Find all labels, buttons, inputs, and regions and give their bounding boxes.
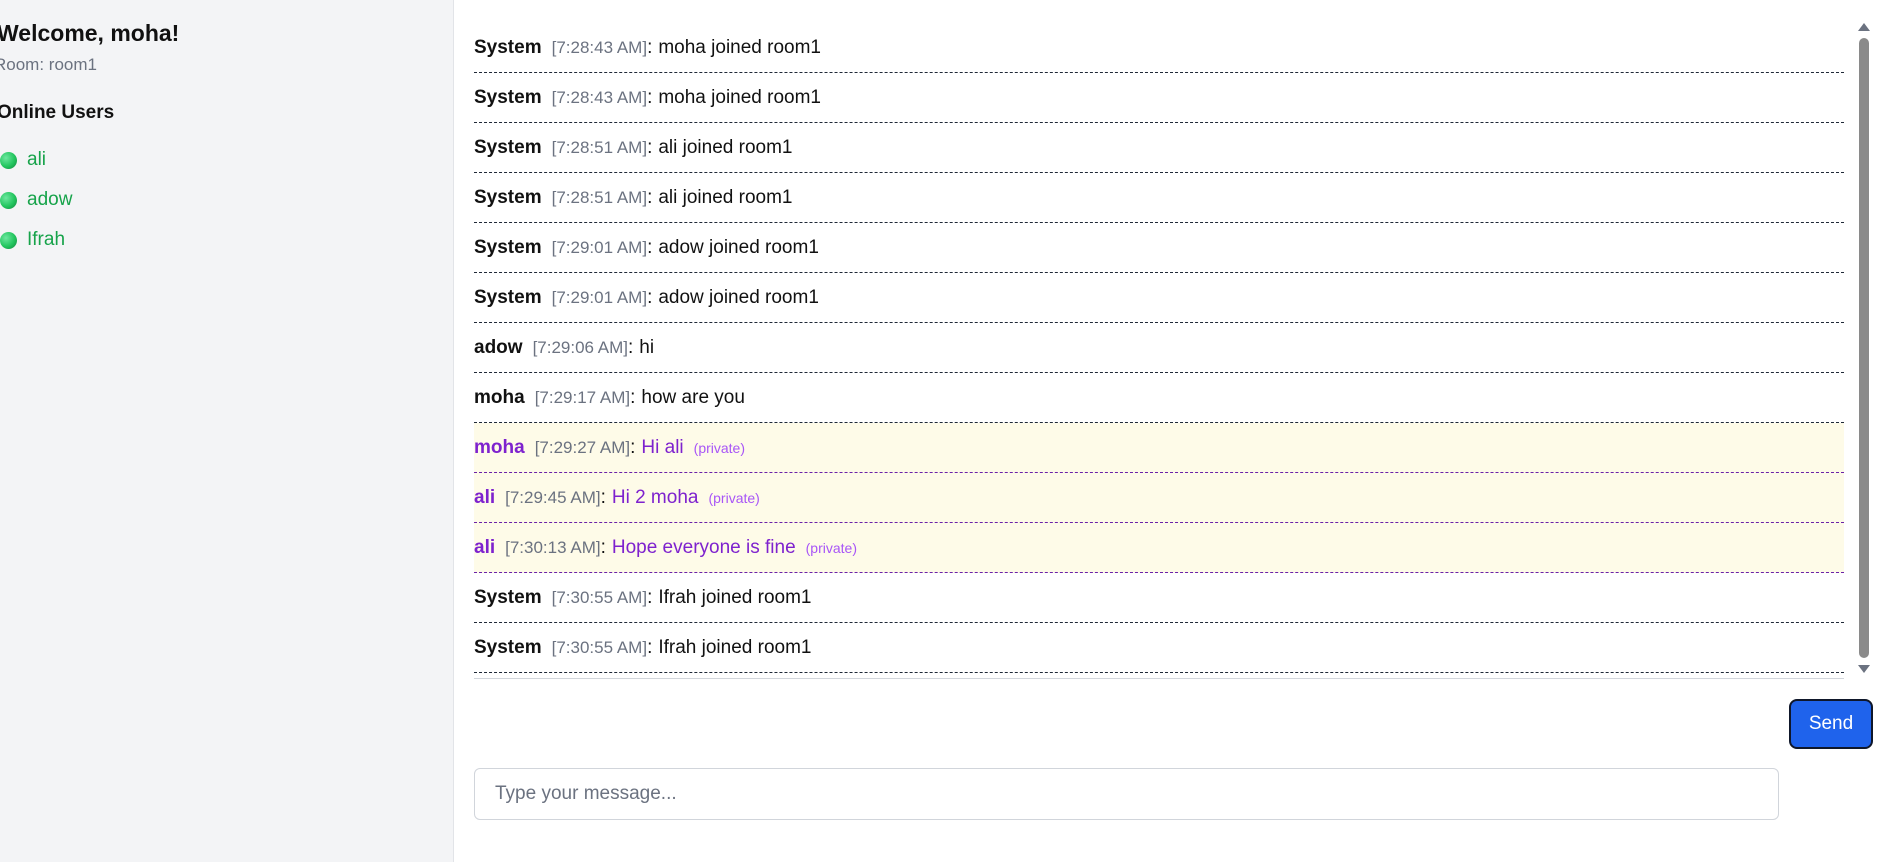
message-sender: System — [474, 186, 542, 208]
user-item-ifrah[interactable]: Ifrah — [0, 220, 72, 260]
online-dot-icon — [0, 151, 17, 169]
private-message: ali [7:30:13 AM]: Hope everyone is fine (pr… — [474, 523, 1844, 573]
message-separator: : — [600, 486, 606, 508]
send-button[interactable]: Send — [1789, 699, 1873, 749]
online-dot-icon — [0, 231, 17, 249]
message-text: Ifrah joined room1 — [658, 586, 812, 608]
message-row: System [7:29:01 AM]: adow joined room1 — [474, 273, 1844, 323]
message-row: System [7:28:43 AM]: moha joined room1 — [474, 73, 1844, 123]
message-timestamp: [7:29:27 AM] — [534, 437, 631, 457]
message-text: hi — [639, 336, 655, 358]
message-timestamp: [7:28:43 AM] — [551, 37, 648, 57]
message-timestamp: [7:28:43 AM] — [551, 87, 648, 107]
message-row: adow [7:29:06 AM]: hi — [474, 323, 1844, 373]
message-text: moha joined room1 — [658, 86, 821, 108]
user-name: adow — [27, 189, 73, 210]
message-sender: moha — [474, 386, 525, 408]
message-timestamp: [7:30:55 AM] — [551, 587, 648, 607]
message-separator: : — [647, 236, 653, 258]
user-name: Ifrah — [27, 229, 66, 250]
message-sender: ali — [474, 486, 496, 508]
message-sender: moha — [474, 436, 525, 458]
message-separator: : — [647, 636, 653, 658]
message-row: moha [7:29:17 AM]: how are you — [474, 373, 1844, 423]
message-text: adow joined room1 — [658, 286, 819, 308]
message-separator: : — [600, 536, 606, 558]
message-sender: System — [474, 586, 542, 608]
message-separator: : — [628, 336, 634, 358]
sidebar: Welcome, moha! Room: room1 Online Users … — [0, 0, 454, 862]
message-timestamp: [7:29:06 AM] — [532, 337, 629, 357]
scroll-thumb[interactable] — [1859, 38, 1869, 658]
message-separator: : — [647, 136, 653, 158]
message-separator: : — [647, 186, 653, 208]
message-text: Ifrah joined room1 — [658, 636, 812, 658]
message-text: moha joined room1 — [658, 36, 821, 58]
private-message: moha [7:29:27 AM]: Hi ali (private) — [474, 423, 1844, 473]
message-sender: ali — [474, 536, 496, 558]
message-timestamp: [7:30:55 AM] — [551, 637, 648, 657]
scroll-down-icon[interactable] — [1858, 665, 1870, 673]
message-sender: System — [474, 36, 542, 58]
message-separator: : — [630, 386, 636, 408]
online-users-list: ali adow Ifrah — [0, 140, 72, 260]
private-tag: (private) — [693, 439, 746, 456]
message-separator: : — [647, 86, 653, 108]
online-users-title: Online Users — [0, 102, 115, 123]
message-row: System [7:30:55 AM]: Ifrah joined room1 — [474, 573, 1844, 623]
message-input[interactable] — [474, 768, 1779, 820]
user-name: ali — [27, 149, 47, 170]
user-item-ali[interactable]: ali — [0, 140, 72, 180]
message-text: adow joined room1 — [658, 236, 819, 258]
message-timestamp: [7:29:45 AM] — [505, 487, 601, 507]
message-sender: System — [474, 236, 542, 258]
chat-app: Welcome, moha! Room: room1 Online Users … — [0, 0, 1893, 862]
message-row: System [7:28:43 AM]: moha joined room1 — [474, 23, 1844, 73]
message-timestamp: [7:28:51 AM] — [551, 187, 648, 207]
message-separator: : — [647, 586, 653, 608]
message-timestamp: [7:29:17 AM] — [534, 387, 631, 407]
message-sender: System — [474, 636, 542, 658]
message-sender: adow — [474, 336, 523, 358]
private-tag: (private) — [805, 539, 857, 556]
message-separator: : — [630, 436, 636, 458]
message-text: ali joined room1 — [658, 136, 793, 158]
message-timestamp: [7:29:01 AM] — [551, 237, 648, 257]
message-timestamp: [7:30:13 AM] — [505, 537, 601, 557]
message-row: System [7:28:51 AM]: ali joined room1 — [474, 123, 1844, 173]
message-separator: : — [647, 36, 653, 58]
message-sender: System — [474, 136, 542, 158]
message-timestamp: [7:28:51 AM] — [551, 137, 648, 157]
private-message: ali [7:29:45 AM]: Hi 2 moha (private) — [474, 473, 1844, 523]
message-text: how are you — [641, 386, 745, 408]
message-scrollbar[interactable] — [1856, 20, 1872, 676]
user-item-adow[interactable]: adow — [0, 180, 72, 220]
message-row: System [7:29:01 AM]: adow joined room1 — [474, 223, 1844, 273]
message-text: ali joined room1 — [658, 186, 793, 208]
message-sender: System — [474, 86, 542, 108]
message-row: System [7:30:55 AM]: Ifrah joined room1 — [474, 623, 1844, 673]
message-list[interactable]: System [7:28:43 AM]: moha joined room1 Syst… — [474, 23, 1844, 679]
chat-panel: System [7:28:43 AM]: moha joined room1 Syst… — [454, 0, 1893, 862]
scroll-up-icon[interactable] — [1858, 23, 1870, 31]
welcome-heading: Welcome, moha! — [0, 20, 180, 46]
room-label: Room: room1 — [0, 55, 97, 74]
message-timestamp: [7:29:01 AM] — [551, 287, 648, 307]
message-text: Hope everyone is fine — [611, 536, 796, 558]
message-text: Hi 2 moha — [611, 486, 699, 508]
message-row: System [7:28:51 AM]: ali joined room1 — [474, 173, 1844, 223]
private-tag: (private) — [708, 489, 760, 506]
message-sender: System — [474, 286, 542, 308]
message-separator: : — [647, 286, 653, 308]
message-text: Hi ali — [641, 436, 684, 458]
online-dot-icon — [0, 191, 17, 209]
